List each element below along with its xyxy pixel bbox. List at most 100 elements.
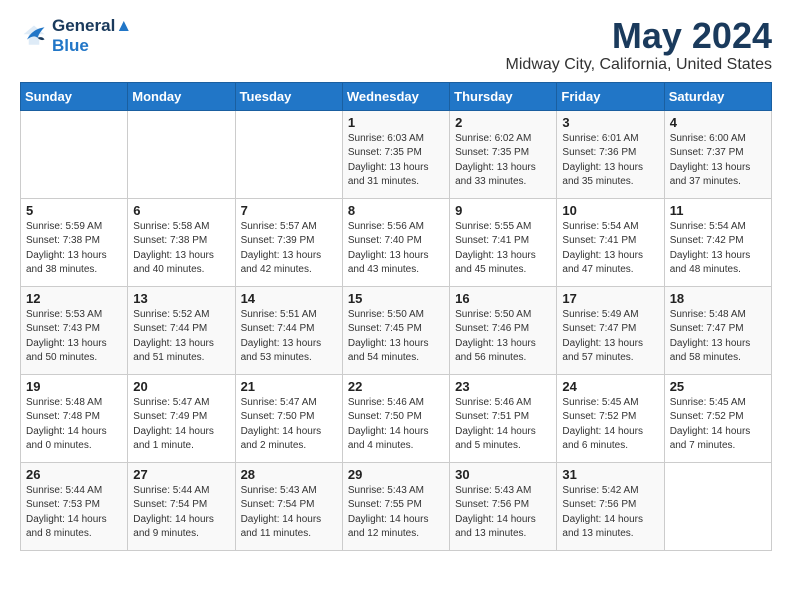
calendar-body: 1Sunrise: 6:03 AMSunset: 7:35 PMDaylight… (21, 110, 772, 550)
weekday-header-monday: Monday (128, 82, 235, 110)
day-number: 26 (26, 467, 122, 482)
calendar-cell (235, 110, 342, 198)
calendar-week-5: 26Sunrise: 5:44 AMSunset: 7:53 PMDayligh… (21, 462, 772, 550)
logo-icon (20, 22, 48, 50)
day-detail: Sunrise: 5:59 AMSunset: 7:38 PMDaylight:… (26, 220, 122, 278)
day-number: 27 (133, 467, 229, 482)
day-detail: Sunrise: 5:51 AMSunset: 7:44 PMDaylight:… (241, 308, 337, 366)
calendar-cell: 23 Sunrise: 5:46 AMSunset: 7:51 PMDayligh… (450, 374, 557, 462)
calendar-cell: 12 Sunrise: 5:53 AMSunset: 7:43 PMDayligh… (21, 286, 128, 374)
calendar-cell: 19 Sunrise: 5:48 AMSunset: 7:48 PMDayligh… (21, 374, 128, 462)
weekday-header-tuesday: Tuesday (235, 82, 342, 110)
day-detail: Sunrise: 6:01 AMSunset: 7:36 PMDaylight:… (562, 132, 658, 190)
calendar-cell: 24Sunrise: 5:45 AMSunset: 7:52 PMDayligh… (557, 374, 664, 462)
calendar-cell: 17 Sunrise: 5:49 AMSunset: 7:47 PMDayligh… (557, 286, 664, 374)
day-detail: Sunrise: 5:49 AMSunset: 7:47 PMDaylight:… (562, 308, 658, 366)
calendar-cell: 28 Sunrise: 5:43 AMSunset: 7:54 PMDayligh… (235, 462, 342, 550)
month-title: May 2024 (506, 16, 772, 56)
calendar-cell: 7 Sunrise: 5:57 AMSunset: 7:39 PMDaylight… (235, 198, 342, 286)
day-detail: Sunrise: 5:46 AMSunset: 7:51 PMDaylight:… (455, 396, 551, 454)
calendar-week-1: 1Sunrise: 6:03 AMSunset: 7:35 PMDaylight… (21, 110, 772, 198)
day-number: 23 (455, 379, 551, 394)
day-number: 3 (562, 115, 658, 130)
calendar-cell: 20 Sunrise: 5:47 AMSunset: 7:49 PMDayligh… (128, 374, 235, 462)
day-number: 10 (562, 203, 658, 218)
day-number: 31 (562, 467, 658, 482)
day-number: 29 (348, 467, 444, 482)
weekday-header-saturday: Saturday (664, 82, 771, 110)
day-number: 7 (241, 203, 337, 218)
calendar-cell: 6Sunrise: 5:58 AMSunset: 7:38 PMDaylight… (128, 198, 235, 286)
day-number: 22 (348, 379, 444, 394)
day-detail: Sunrise: 5:48 AMSunset: 7:47 PMDaylight:… (670, 308, 766, 366)
day-detail: Sunrise: 5:56 AMSunset: 7:40 PMDaylight:… (348, 220, 444, 278)
day-number: 5 (26, 203, 122, 218)
weekday-header-thursday: Thursday (450, 82, 557, 110)
calendar-cell: 8 Sunrise: 5:56 AMSunset: 7:40 PMDaylight… (342, 198, 449, 286)
weekday-header-friday: Friday (557, 82, 664, 110)
calendar-cell (664, 462, 771, 550)
day-detail: Sunrise: 5:54 AMSunset: 7:42 PMDaylight:… (670, 220, 766, 278)
calendar-cell: 26Sunrise: 5:44 AMSunset: 7:53 PMDayligh… (21, 462, 128, 550)
day-number: 28 (241, 467, 337, 482)
day-number: 12 (26, 291, 122, 306)
calendar-week-2: 5 Sunrise: 5:59 AMSunset: 7:38 PMDaylight… (21, 198, 772, 286)
day-number: 13 (133, 291, 229, 306)
day-number: 8 (348, 203, 444, 218)
day-number: 16 (455, 291, 551, 306)
calendar-cell: 21Sunrise: 5:47 AMSunset: 7:50 PMDayligh… (235, 374, 342, 462)
day-detail: Sunrise: 5:47 AMSunset: 7:49 PMDaylight:… (133, 396, 229, 454)
day-number: 25 (670, 379, 766, 394)
day-number: 17 (562, 291, 658, 306)
day-detail: Sunrise: 5:57 AMSunset: 7:39 PMDaylight:… (241, 220, 337, 278)
day-detail: Sunrise: 5:46 AMSunset: 7:50 PMDaylight:… (348, 396, 444, 454)
day-number: 1 (348, 115, 444, 130)
calendar-week-3: 12 Sunrise: 5:53 AMSunset: 7:43 PMDayligh… (21, 286, 772, 374)
title-area: May 2024 Midway City, California, United… (506, 16, 772, 74)
calendar-cell: 1Sunrise: 6:03 AMSunset: 7:35 PMDaylight… (342, 110, 449, 198)
logo-text: General▲ Blue (52, 16, 132, 55)
day-number: 6 (133, 203, 229, 218)
day-number: 4 (670, 115, 766, 130)
day-detail: Sunrise: 5:54 AMSunset: 7:41 PMDaylight:… (562, 220, 658, 278)
weekday-header-row: SundayMondayTuesdayWednesdayThursdayFrid… (21, 82, 772, 110)
day-number: 9 (455, 203, 551, 218)
day-detail: Sunrise: 5:48 AMSunset: 7:48 PMDaylight:… (26, 396, 122, 454)
day-number: 19 (26, 379, 122, 394)
page-header: General▲ Blue May 2024 Midway City, Cali… (20, 16, 772, 74)
calendar-cell: 31 Sunrise: 5:42 AMSunset: 7:56 PMDayligh… (557, 462, 664, 550)
calendar-cell: 25 Sunrise: 5:45 AMSunset: 7:52 PMDayligh… (664, 374, 771, 462)
calendar-cell: 3 Sunrise: 6:01 AMSunset: 7:36 PMDaylight… (557, 110, 664, 198)
calendar-cell: 13 Sunrise: 5:52 AMSunset: 7:44 PMDayligh… (128, 286, 235, 374)
day-detail: Sunrise: 5:55 AMSunset: 7:41 PMDaylight:… (455, 220, 551, 278)
weekday-header-sunday: Sunday (21, 82, 128, 110)
day-number: 14 (241, 291, 337, 306)
day-detail: Sunrise: 5:53 AMSunset: 7:43 PMDaylight:… (26, 308, 122, 366)
day-detail: Sunrise: 5:43 AMSunset: 7:55 PMDaylight:… (348, 484, 444, 542)
day-number: 20 (133, 379, 229, 394)
day-detail: Sunrise: 5:45 AMSunset: 7:52 PMDaylight:… (670, 396, 766, 454)
day-detail: Sunrise: 5:43 AMSunset: 7:54 PMDaylight:… (241, 484, 337, 542)
day-detail: Sunrise: 5:43 AMSunset: 7:56 PMDaylight:… (455, 484, 551, 542)
location-subtitle: Midway City, California, United States (506, 56, 772, 74)
calendar-cell: 11 Sunrise: 5:54 AMSunset: 7:42 PMDayligh… (664, 198, 771, 286)
calendar-cell (128, 110, 235, 198)
calendar-cell: 14 Sunrise: 5:51 AMSunset: 7:44 PMDayligh… (235, 286, 342, 374)
calendar-cell: 29 Sunrise: 5:43 AMSunset: 7:55 PMDayligh… (342, 462, 449, 550)
calendar-cell: 30Sunrise: 5:43 AMSunset: 7:56 PMDayligh… (450, 462, 557, 550)
calendar-table: SundayMondayTuesdayWednesdayThursdayFrid… (20, 82, 772, 551)
calendar-cell: 10 Sunrise: 5:54 AMSunset: 7:41 PMDayligh… (557, 198, 664, 286)
calendar-cell (21, 110, 128, 198)
day-detail: Sunrise: 5:44 AMSunset: 7:54 PMDaylight:… (133, 484, 229, 542)
calendar-header: SundayMondayTuesdayWednesdayThursdayFrid… (21, 82, 772, 110)
day-detail: Sunrise: 5:50 AMSunset: 7:45 PMDaylight:… (348, 308, 444, 366)
day-number: 15 (348, 291, 444, 306)
day-detail: Sunrise: 5:42 AMSunset: 7:56 PMDaylight:… (562, 484, 658, 542)
calendar-week-4: 19 Sunrise: 5:48 AMSunset: 7:48 PMDayligh… (21, 374, 772, 462)
calendar-cell: 5 Sunrise: 5:59 AMSunset: 7:38 PMDaylight… (21, 198, 128, 286)
day-number: 2 (455, 115, 551, 130)
day-number: 21 (241, 379, 337, 394)
day-detail: Sunrise: 5:52 AMSunset: 7:44 PMDaylight:… (133, 308, 229, 366)
logo: General▲ Blue (20, 16, 132, 55)
day-number: 11 (670, 203, 766, 218)
